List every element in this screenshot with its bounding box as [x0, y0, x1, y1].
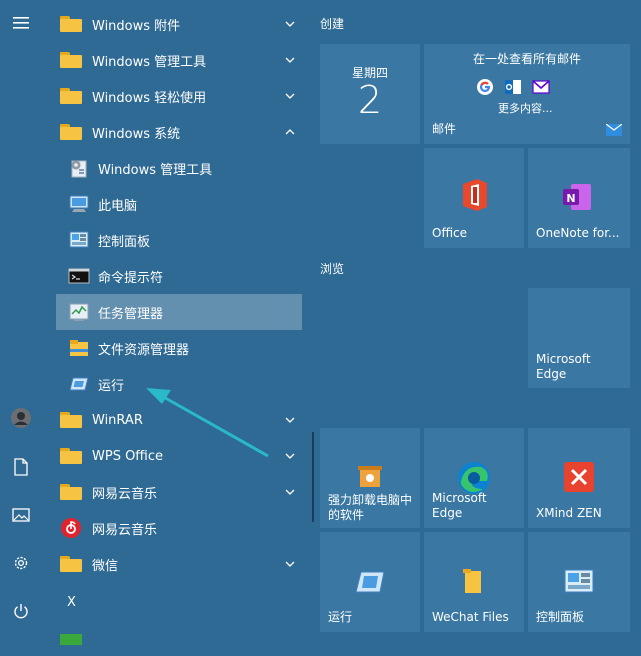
onenote-tile[interactable]: N OneNote for...	[528, 148, 630, 248]
office-icon	[463, 179, 487, 211]
group-title-create: 创建	[320, 17, 345, 31]
mail-headline: 在一处查看所有邮件	[472, 52, 581, 66]
mail-more: 更多内容...	[498, 102, 553, 115]
mail-tile[interactable]: 在一处查看所有邮件 更多内容... 邮件	[424, 44, 630, 144]
outlook-icon	[505, 80, 521, 94]
tile-label: Office	[432, 226, 468, 240]
office-tile[interactable]: Office	[424, 148, 524, 248]
tile-label: OneNote for...	[536, 226, 620, 240]
tile-label: XMind ZEN	[536, 506, 602, 520]
run-tile[interactable]: 运行	[320, 532, 420, 632]
edge-tile[interactable]: Microsoft Edge	[424, 428, 524, 528]
calendar-tile[interactable]: 星期四 2	[320, 44, 420, 144]
xbox-icon	[60, 632, 82, 645]
mail-badge-icon	[606, 124, 622, 136]
mail-label: 邮件	[432, 122, 457, 136]
tile-label: 强力卸载电脑中的软件	[328, 493, 413, 522]
tile-label: Microsoft Edge	[432, 491, 487, 520]
tile-label: 控制面板	[536, 610, 585, 624]
svg-text:N: N	[566, 192, 575, 205]
edge-icon	[458, 462, 490, 494]
tile-label: Microsoft Edge	[536, 352, 591, 381]
calendar-day: 2	[357, 78, 383, 122]
control-panel-tile[interactable]: 控制面板	[528, 532, 630, 632]
xmind-tile[interactable]: XMind ZEN	[528, 428, 630, 528]
xmind-icon	[564, 462, 594, 492]
uninstall-tile[interactable]: 强力卸载电脑中的软件	[320, 428, 420, 528]
edge-large-tile[interactable]: Microsoft Edge	[528, 288, 630, 388]
tile-label: WeChat Files	[432, 610, 509, 624]
wechat-files-tile[interactable]: WeChat Files	[424, 532, 524, 632]
folder-icon	[463, 569, 481, 593]
run-icon	[355, 571, 385, 593]
yahoo-mail-icon	[532, 80, 550, 94]
google-icon	[477, 79, 493, 95]
group-title-browse: 浏览	[320, 262, 345, 276]
onenote-icon: N	[563, 184, 591, 210]
control-panel-icon	[564, 569, 594, 593]
mail-service-icons	[476, 78, 550, 96]
uninstall-icon	[358, 466, 382, 487]
tile-label: 运行	[328, 610, 353, 624]
